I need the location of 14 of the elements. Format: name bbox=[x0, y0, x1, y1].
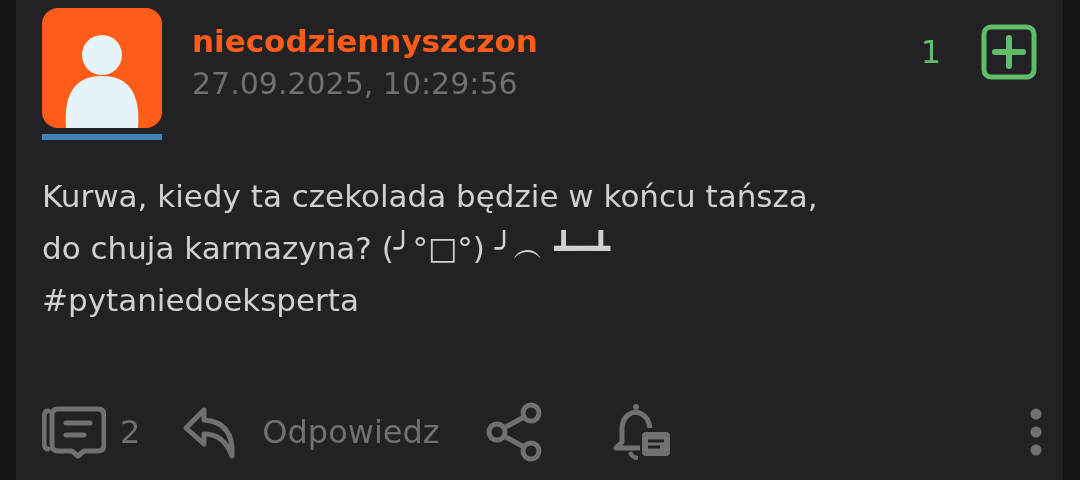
avatar[interactable] bbox=[42, 8, 162, 128]
reply-button[interactable]: Odpowiedz bbox=[182, 404, 440, 460]
hashtag-text: #pytaniedoeksperta bbox=[42, 281, 359, 320]
more-button[interactable] bbox=[1029, 407, 1043, 457]
post-text: do chuja karmazyna? (╯°□°) ╯︵ ┻━┻ bbox=[42, 229, 611, 268]
timestamp: 27.09.2025, 10:29:56 bbox=[192, 65, 519, 103]
post-text: Kurwa, kiedy ta czekolada będzie w końcu tańsza, bbox=[42, 177, 818, 216]
vote-count: 1 bbox=[920, 33, 941, 71]
comments-icon bbox=[42, 405, 106, 459]
upvote-button[interactable] bbox=[981, 24, 1037, 80]
more-icon bbox=[1029, 407, 1043, 457]
author-link[interactable]: niecodziennyszczon bbox=[192, 20, 538, 62]
comments-button[interactable]: 2 bbox=[42, 405, 141, 459]
plus-icon bbox=[981, 24, 1037, 80]
